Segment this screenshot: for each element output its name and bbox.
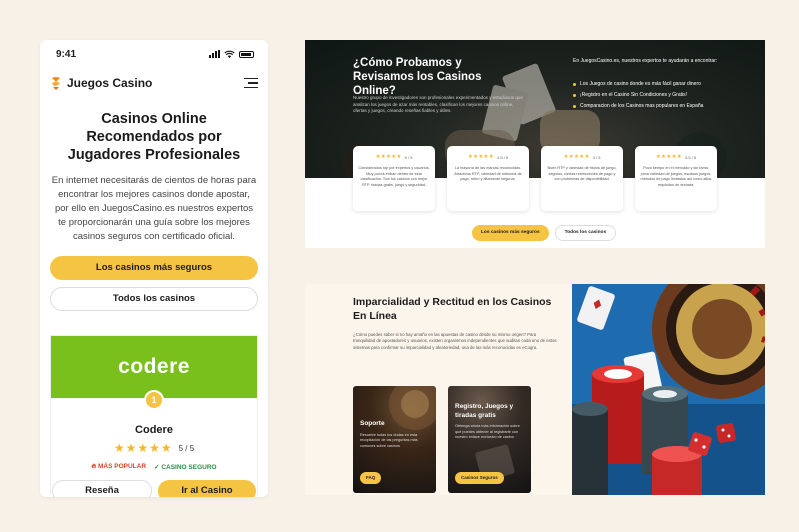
mobile-header: Juegos Casino <box>40 68 268 98</box>
fairness-title: Imparcialidad y Rectitud en los Casinos … <box>353 296 552 322</box>
expert-benefits: En JuegosCasino.es, nuestros expertos te… <box>573 58 743 112</box>
battery-icon <box>239 50 254 58</box>
hero-title: Casinos Online Recomendados por Jugadore… <box>67 111 241 163</box>
desktop-fairness-section: Imparcialidad y Rectitud en los Casinos … <box>305 284 765 495</box>
codere-logo[interactable]: codere <box>51 336 257 398</box>
list-item: Los Juegos de casino donde es más fácil … <box>573 79 743 90</box>
brand-name: Juegos Casino <box>67 76 153 90</box>
tile-text: Resuelve todas tus dudas en esta recopil… <box>360 432 418 448</box>
rating-description: Buen RTP y variedad de títulos de juego,… <box>547 166 617 181</box>
rating-card: ★★★★★ 4.5 / 5 La mayoría de las marcas re… <box>447 146 529 211</box>
star-rating-icon: ★★★★★ <box>113 441 173 455</box>
star-rating-icon: ★★★★★ <box>563 154 590 160</box>
info-tiles: Soporte Resuelve todas tus dudas en esta… <box>353 386 531 493</box>
rating-score: 4.5 / 5 <box>497 154 509 160</box>
all-casinos-button[interactable]: Todos los casinos <box>50 287 258 311</box>
rating-card: ★★★★★ 3.5 / 5 Poco tiempo en el mercado y… <box>635 146 717 211</box>
benefits-list: Los Juegos de casino donde es más fácil … <box>573 79 743 112</box>
safest-casinos-button[interactable]: Los casinos más seguros <box>472 225 549 241</box>
check-icon: ✓ <box>154 464 160 471</box>
registration-tile[interactable]: Registro, Juegos y tiradas gratis Obteng… <box>448 386 531 493</box>
all-casinos-button[interactable]: Todos los casinos <box>554 225 617 241</box>
tile-title: Soporte <box>360 420 385 427</box>
cellular-signal-icon <box>209 50 220 58</box>
mobile-mockup: 9:41 Juegos Casino Casinos Online Recome… <box>40 40 268 497</box>
rating-score: 5 / 5 <box>404 154 413 160</box>
benefits-lead: En JuegosCasino.es, nuestros expertos te… <box>573 58 718 64</box>
hero-text: En internet necesitarás de cientos de ho… <box>51 175 257 242</box>
review-section-intro: Nuestro grupo de investigadores son prof… <box>353 95 523 113</box>
casino-tags: 🔥︎ MÁS POPULAR ✓ CASINO SEGURO <box>51 463 257 471</box>
star-rating-icon: ★★★★★ <box>467 154 495 160</box>
support-tile[interactable]: Soporte Resuelve todas tus dudas en esta… <box>353 386 436 493</box>
roulette-chips-image <box>572 284 765 495</box>
casino-name: Codere <box>135 424 173 436</box>
rating-row: ★★★★★ 5 / 5 <box>51 441 257 455</box>
flame-icon: 🔥︎ <box>91 463 97 470</box>
wifi-icon <box>224 50 235 58</box>
star-rating-icon: ★★★★★ <box>655 154 683 160</box>
rating-cards: ★★★★★ 5 / 5 Considerados top por expertos… <box>353 146 717 211</box>
faq-button[interactable]: FAQ <box>360 472 382 484</box>
rating-description: Considerados top por expertos y usuarios… <box>358 166 430 187</box>
popular-tag: 🔥︎ MÁS POPULAR <box>91 463 147 470</box>
status-bar: 9:41 <box>40 40 268 68</box>
rating-description: Poco tiempo en el mercado y sin fama, po… <box>640 166 712 187</box>
list-item: ¡Registro en el Casino Sin Condiciones y… <box>573 90 743 101</box>
tile-text: Obtenga ahora más información sobre qué … <box>455 424 520 439</box>
fairness-intro: ¿Cómo puedes saber si no hay amaño en la… <box>353 332 557 350</box>
rating-score: 3.5 / 5 <box>685 154 697 160</box>
star-rating-icon: ★★★★★ <box>375 154 402 160</box>
desktop-review-section: ¿Cómo Probamos y Revisamos los Casinos O… <box>305 40 765 248</box>
hamburger-menu-icon[interactable] <box>244 77 258 89</box>
safe-tag: ✓ CASINO SEGURO <box>154 464 217 471</box>
rating-card: ★★★★★ 5 / 5 Considerados top por expertos… <box>353 146 435 211</box>
tile-title: Registro, Juegos y tiradas gratis <box>455 403 514 419</box>
rating-description: La mayoría de las marcas reconocidas. At… <box>454 166 522 181</box>
juegoscasino-logo-icon <box>52 77 60 90</box>
rating-score: 4 / 5 <box>592 154 601 160</box>
rating-card: ★★★★★ 4 / 5 Buen RTP y variedad de título… <box>541 146 623 211</box>
list-item: Comparacion de los Casinos mas populares… <box>573 101 743 112</box>
casino-chips-photo <box>572 284 765 495</box>
safest-casinos-button[interactable]: Los casinos más seguros <box>50 256 258 280</box>
go-to-casino-button[interactable]: Ir al Casino <box>158 480 256 497</box>
brand-logo[interactable]: Juegos Casino <box>50 76 152 90</box>
casino-card: codere 1 Codere ★★★★★ 5 / 5 🔥︎ MÁS POPUL… <box>50 335 258 497</box>
status-time: 9:41 <box>56 48 77 60</box>
review-section-title: ¿Cómo Probamos y Revisamos los Casinos O… <box>353 57 482 97</box>
review-button[interactable]: Reseña <box>52 480 152 497</box>
rank-badge: 1 <box>144 390 164 410</box>
rating-value: 5 / 5 <box>178 443 195 453</box>
safe-casinos-button[interactable]: Casinos Seguros <box>455 472 504 484</box>
